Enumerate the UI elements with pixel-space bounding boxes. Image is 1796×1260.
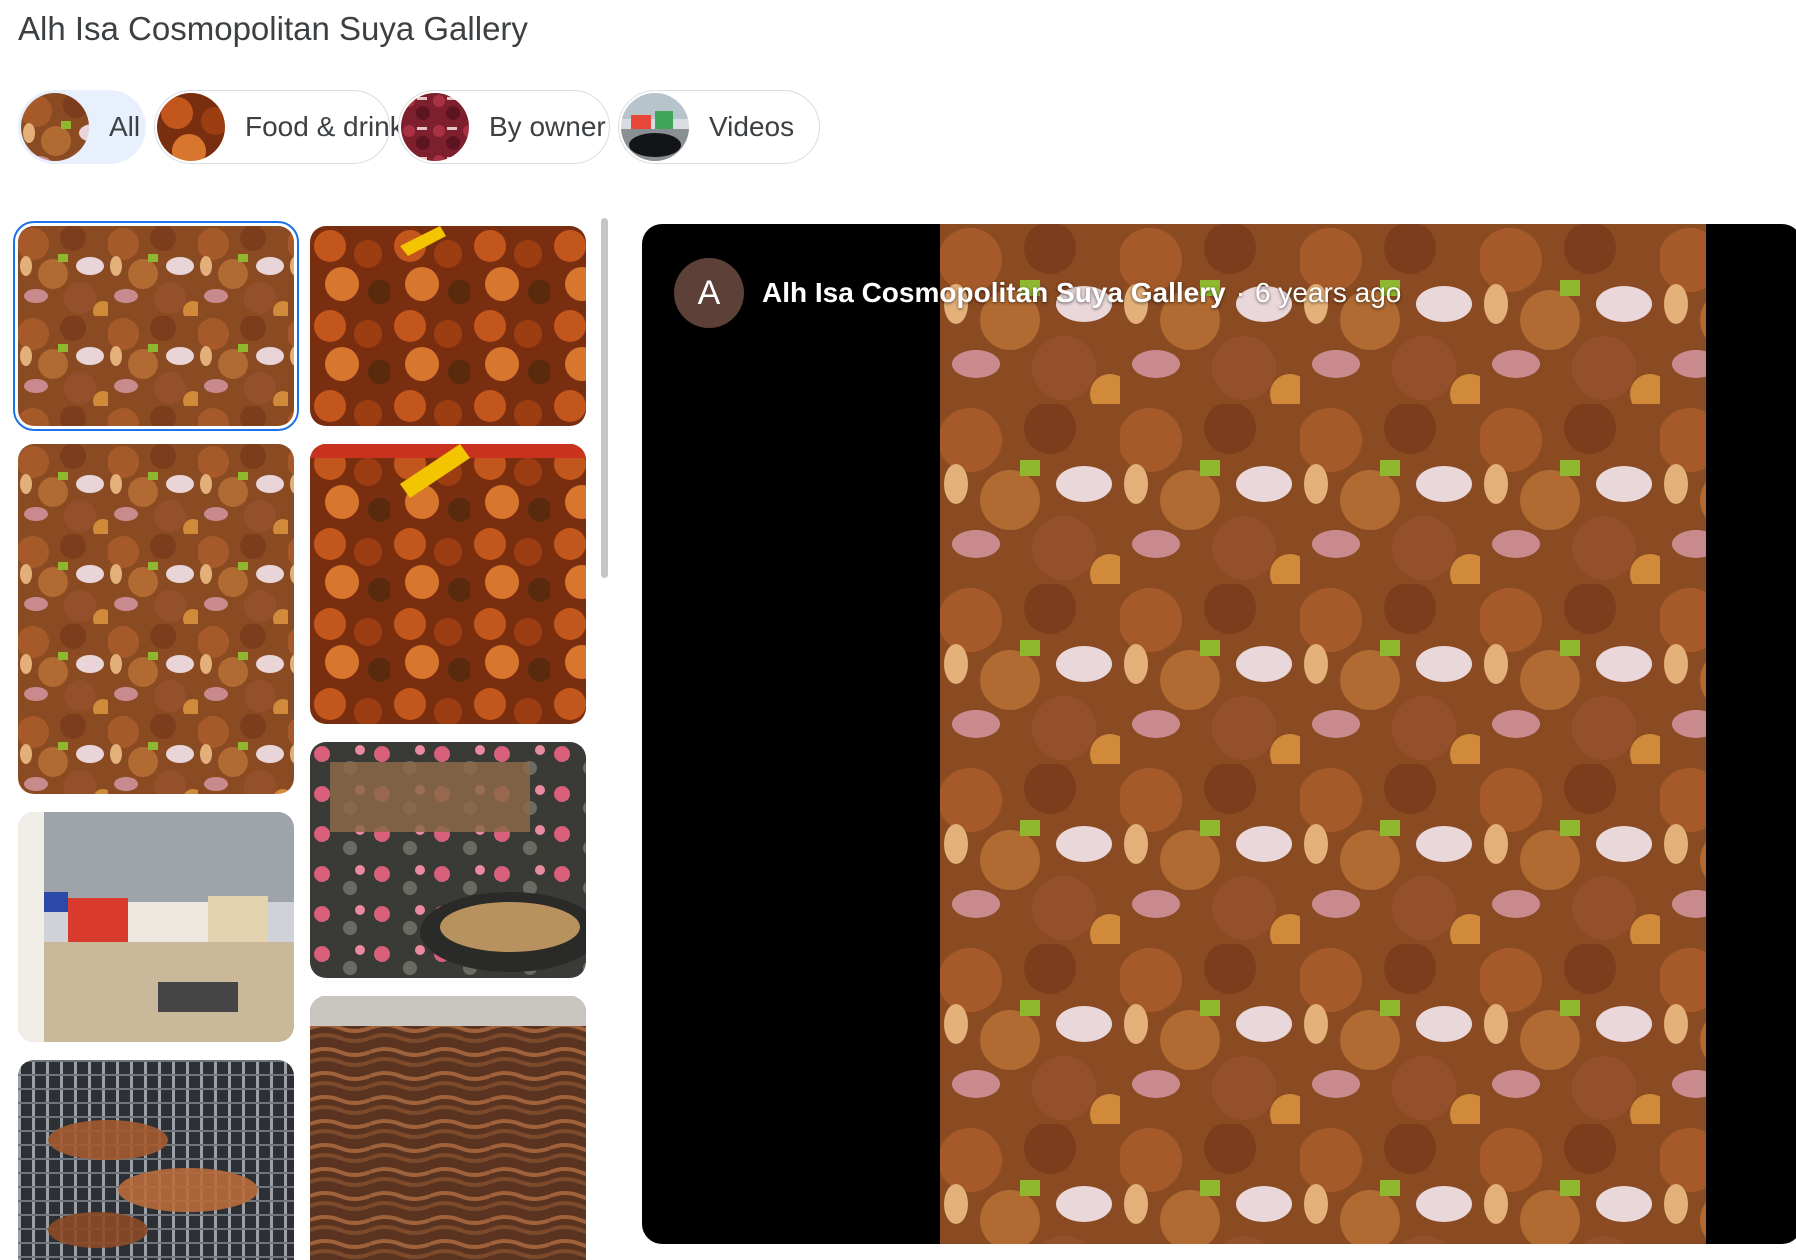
gallery-photo[interactable] bbox=[18, 812, 294, 1042]
filter-chip-label: Food & drink bbox=[245, 111, 404, 142]
filter-chip-videos[interactable]: Videos bbox=[618, 90, 820, 164]
filter-chip-by-owner[interactable]: By owner bbox=[398, 90, 610, 164]
gallery-photo[interactable] bbox=[310, 226, 586, 426]
suya-photo-icon bbox=[21, 93, 89, 161]
raw-meat-photo-icon bbox=[401, 93, 469, 161]
gallery-photo[interactable] bbox=[310, 996, 586, 1260]
filter-chip-label: By owner bbox=[489, 111, 606, 142]
grid-scrollbar[interactable] bbox=[601, 218, 608, 578]
separator: · bbox=[1235, 277, 1246, 308]
gallery-photo[interactable] bbox=[310, 742, 586, 978]
author-name[interactable]: Alh Isa Cosmopolitan Suya Gallery bbox=[762, 277, 1226, 309]
photo-grid bbox=[0, 218, 600, 1260]
filter-chip-label: Videos bbox=[709, 111, 795, 142]
main-photo[interactable] bbox=[940, 224, 1706, 1244]
gallery-photo[interactable] bbox=[18, 444, 294, 794]
photo-attribution: A Alh Isa Cosmopolitan Suya Gallery · 6 … bbox=[674, 258, 1401, 328]
page-title: Alh Isa Cosmopolitan Suya Gallery bbox=[18, 10, 528, 47]
photo-age: 6 years ago bbox=[1255, 277, 1402, 308]
gallery-photo[interactable] bbox=[310, 444, 586, 724]
filter-chip-all[interactable]: All bbox=[18, 90, 146, 164]
street-photo-icon bbox=[621, 93, 689, 161]
gallery-photo[interactable] bbox=[13, 221, 299, 431]
filter-chip-label: All bbox=[109, 111, 141, 142]
avatar[interactable]: A bbox=[674, 258, 744, 328]
photo-viewer: A Alh Isa Cosmopolitan Suya Gallery · 6 … bbox=[642, 224, 1796, 1244]
filter-chip-food-drink[interactable]: Food & drink bbox=[154, 90, 404, 164]
suya-photo-icon bbox=[157, 93, 225, 161]
gallery-photo[interactable] bbox=[18, 1060, 294, 1260]
